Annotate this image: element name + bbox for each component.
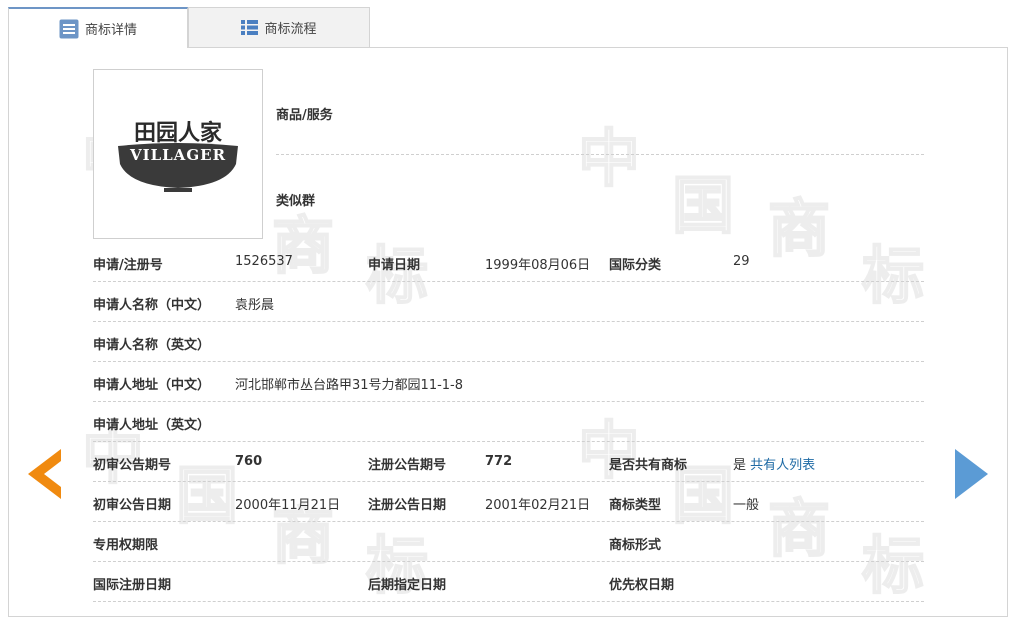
reg-pub-no-value: 772 — [485, 454, 513, 469]
prelim-pub-date-value: 2000年11月21日 — [235, 498, 341, 513]
divider — [93, 601, 924, 602]
mark-type-label: 商标类型 — [609, 498, 662, 513]
divider — [93, 561, 924, 562]
reg-pub-date-value: 2001年02月21日 — [485, 498, 591, 513]
shared-mark-label: 是否共有商标 — [609, 458, 688, 473]
tab-label: 商标详情 — [84, 23, 137, 38]
reg-no-value: 1526537 — [235, 254, 293, 269]
shared-mark-value: 是 共有人列表 — [733, 454, 815, 473]
tab-trademark-process[interactable]: 商标流程 — [188, 7, 370, 47]
applicant-cn-value: 袁彤晨 — [235, 298, 275, 313]
app-date-label: 申请日期 — [368, 258, 421, 273]
tab-bar: 商标详情 商标流程 — [8, 7, 370, 48]
mark-type-value: 一般 — [733, 498, 760, 513]
next-arrow-icon[interactable] — [955, 449, 988, 499]
bullet-list-icon — [241, 20, 259, 35]
intl-class-label: 国际分类 — [609, 258, 662, 273]
list-icon — [59, 19, 79, 38]
divider — [93, 361, 924, 362]
divider — [93, 321, 924, 322]
divider — [93, 281, 924, 282]
mark-form-label: 商标形式 — [609, 538, 662, 553]
trademark-logo: 田园人家 VILLAGER — [118, 120, 238, 192]
similar-group-label: 类似群 — [276, 194, 316, 209]
applicant-cn-label: 申请人名称（中文） — [93, 298, 211, 313]
previous-arrow-icon[interactable] — [28, 449, 61, 499]
trademark-image: 田园人家 VILLAGER — [93, 69, 263, 239]
prelim-pub-no-label: 初审公告期号 — [93, 458, 172, 473]
priority-date-label: 优先权日期 — [609, 578, 675, 593]
intl-class-value: 29 — [733, 254, 750, 269]
divider — [93, 441, 924, 442]
prelim-pub-no-value: 760 — [235, 454, 263, 469]
address-cn-label: 申请人地址（中文） — [93, 378, 211, 393]
shared-mark-answer: 是 — [733, 458, 747, 473]
tab-trademark-details[interactable]: 商标详情 — [8, 7, 188, 48]
logo-english-text: VILLAGER — [129, 146, 226, 164]
intl-reg-date-label: 国际注册日期 — [93, 578, 172, 593]
divider — [93, 521, 924, 522]
address-cn-value: 河北邯郸市丛台路甲31号力都园11-1-8 — [235, 378, 464, 393]
reg-pub-date-label: 注册公告日期 — [368, 498, 447, 513]
goods-services-label: 商品/服务 — [276, 108, 333, 123]
reg-no-label: 申请/注册号 — [93, 258, 163, 273]
logo-chinese-text: 田园人家 — [134, 120, 223, 146]
address-en-label: 申请人地址（英文） — [93, 418, 211, 433]
later-designation-date-label: 后期指定日期 — [368, 578, 447, 593]
divider — [276, 154, 924, 155]
exclusive-period-label: 专用权期限 — [93, 538, 159, 553]
divider — [93, 401, 924, 402]
reg-pub-no-label: 注册公告期号 — [368, 458, 447, 473]
tab-label: 商标流程 — [264, 22, 317, 37]
co-owner-list-link[interactable]: 共有人列表 — [750, 458, 815, 473]
app-date-value: 1999年08月06日 — [485, 258, 591, 273]
prelim-pub-date-label: 初审公告日期 — [93, 498, 172, 513]
divider — [93, 481, 924, 482]
applicant-en-label: 申请人名称（英文） — [93, 338, 211, 353]
